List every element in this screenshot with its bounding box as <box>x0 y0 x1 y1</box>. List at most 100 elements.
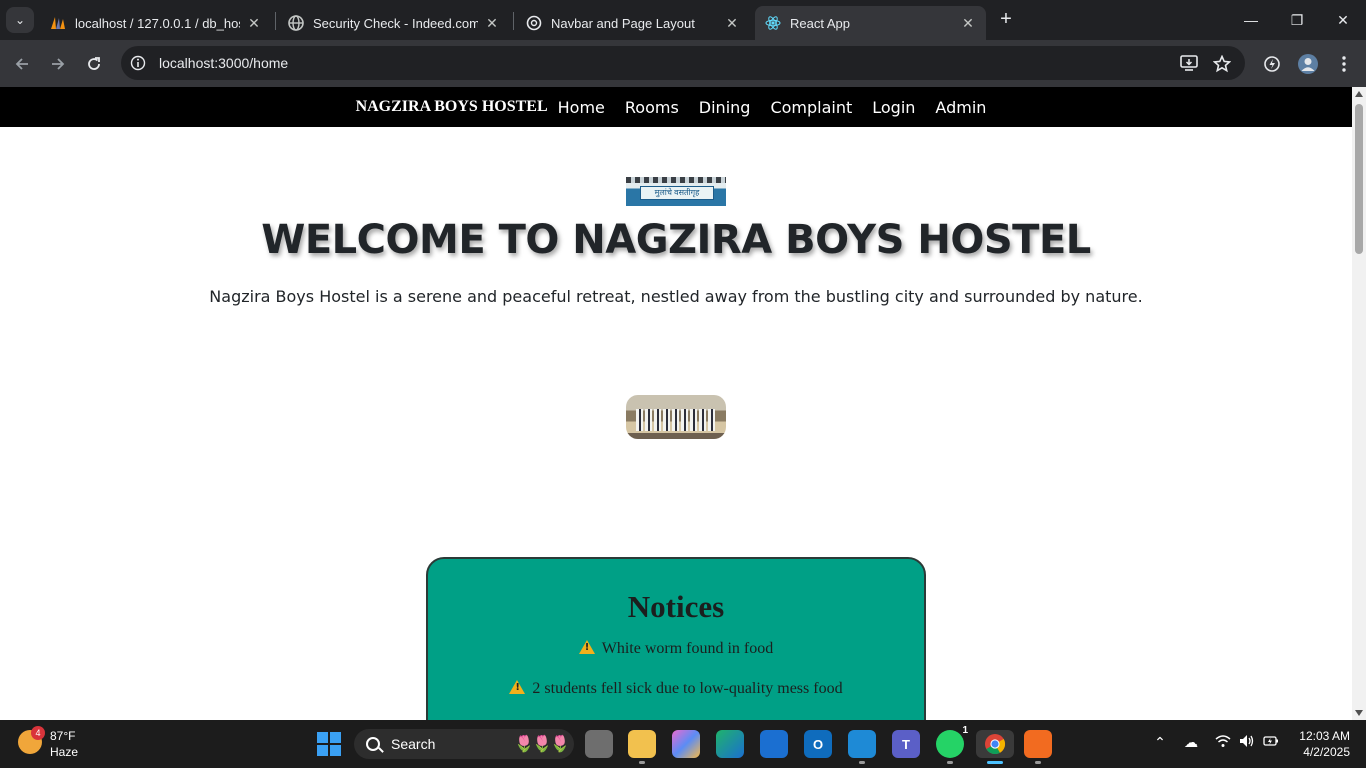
warning-icon <box>578 640 595 654</box>
tab-title: React App <box>790 15 850 31</box>
app-active-indicator <box>987 761 1003 764</box>
windows-taskbar: 4 87°F Haze Search 🌷🌷🌷 O T 1 ⌃ ☁ 12:03 A… <box>0 720 1366 768</box>
tab-close-icon[interactable]: ✕ <box>246 15 262 32</box>
phpmyadmin-icon <box>50 15 66 31</box>
restore-button[interactable]: ❐ <box>1274 0 1320 40</box>
outlook-icon[interactable]: O <box>804 730 832 758</box>
reload-icon <box>88 57 100 70</box>
nav-link-rooms[interactable]: Rooms <box>615 98 689 117</box>
onedrive-icon[interactable]: ☁ <box>1181 734 1201 751</box>
arrow-left-icon <box>15 58 28 70</box>
vscode-icon[interactable] <box>848 730 876 764</box>
site-info-icon[interactable] <box>123 48 153 78</box>
tab-phpmyadmin[interactable]: localhost / 127.0.0.1 / db_hostel ✕ <box>40 6 272 40</box>
show-hidden-icons-chevron-icon[interactable]: ⌃ <box>1150 734 1170 751</box>
start-tile <box>330 745 341 756</box>
site-brand[interactable]: NAGZIRA BOYS HOSTEL <box>356 98 548 116</box>
wifi-icon[interactable] <box>1213 734 1233 751</box>
teams-icon[interactable]: T <box>892 730 920 758</box>
install-app-icon[interactable] <box>1179 55 1199 76</box>
tab-close-icon[interactable]: ✕ <box>724 15 740 32</box>
close-window-button[interactable]: ✕ <box>1320 0 1366 40</box>
notice-item: 2 students fell sick due to low-quality … <box>428 679 924 698</box>
site-navbar: NAGZIRA BOYS HOSTEL Home Rooms Dining Co… <box>0 87 1352 127</box>
nav-link-home[interactable]: Home <box>548 98 615 117</box>
react-icon <box>765 15 781 31</box>
clock-time[interactable]: 12:03 AM <box>1290 729 1350 743</box>
notices-card: Notices White worm found in food 2 stude… <box>426 557 926 720</box>
app-running-indicator <box>859 761 865 764</box>
battery-icon[interactable] <box>1261 734 1281 751</box>
nav-link-login[interactable]: Login <box>862 98 925 117</box>
more-menu-icon[interactable] <box>1332 52 1356 76</box>
notices-heading: Notices <box>627 589 725 624</box>
nav-link-dining[interactable]: Dining <box>689 98 761 117</box>
nav-link-complaint[interactable]: Complaint <box>760 98 862 117</box>
taskbar-search[interactable]: Search 🌷🌷🌷 <box>354 729 574 759</box>
whatsapp-icon[interactable]: 1 <box>936 725 968 764</box>
nav-link-admin[interactable]: Admin <box>925 98 996 117</box>
xampp-icon[interactable] <box>1024 730 1052 764</box>
hostel-signboard-image: मुलांचे वसतीगृह <box>626 177 726 206</box>
notice-item: White worm found in food <box>428 639 924 658</box>
tulips-icon: 🌷🌷🌷 <box>514 736 570 753</box>
task-view-icon[interactable] <box>585 730 613 758</box>
scroll-up-arrow-icon[interactable] <box>1355 91 1363 97</box>
browser-toolbar: localhost:3000/home <box>0 40 1366 87</box>
clock-date[interactable]: 4/2/2025 <box>1290 745 1350 759</box>
volume-icon[interactable] <box>1237 734 1257 751</box>
weather-condition[interactable]: Haze <box>50 745 78 759</box>
address-bar[interactable]: localhost:3000/home <box>121 46 1245 80</box>
profile-avatar[interactable] <box>1296 52 1320 76</box>
reload-button[interactable] <box>80 50 108 78</box>
photo-ground <box>626 433 726 439</box>
tab-react-app[interactable]: React App ✕ <box>755 6 986 40</box>
edge-icon[interactable] <box>716 730 744 758</box>
search-icon <box>366 737 380 751</box>
page-title: WELCOME TO NAGZIRA BOYS HOSTEL <box>261 217 1091 263</box>
performance-icon[interactable] <box>1260 52 1284 76</box>
app-running-indicator <box>947 761 953 764</box>
page-scrollbar[interactable] <box>1352 87 1366 720</box>
minimize-button[interactable]: — <box>1228 0 1274 40</box>
new-tab-button[interactable]: + <box>994 8 1018 32</box>
tab-close-icon[interactable]: ✕ <box>484 15 500 32</box>
page-subtitle: Nagzira Boys Hostel is a serene and peac… <box>209 287 1143 306</box>
app-running-indicator <box>639 761 645 764</box>
tab-indeed[interactable]: Security Check - Indeed.com ✕ <box>278 6 510 40</box>
start-button-windows-icon[interactable] <box>317 732 341 756</box>
tab-divider <box>513 12 514 30</box>
notice-text: White worm found in food <box>601 640 774 657</box>
chrome-icon[interactable] <box>976 730 1014 764</box>
tab-search-chevron-icon[interactable]: ⌄ <box>6 7 34 33</box>
microsoft-store-icon[interactable] <box>760 730 788 758</box>
page-viewport: NAGZIRA BOYS HOSTEL Home Rooms Dining Co… <box>0 87 1352 720</box>
app-running-indicator <box>1035 761 1041 764</box>
tab-close-icon[interactable]: ✕ <box>960 15 976 32</box>
tab-chatgpt[interactable]: Navbar and Page Layout ✕ <box>516 6 750 40</box>
back-button[interactable] <box>8 50 36 78</box>
file-explorer-icon[interactable] <box>628 730 656 764</box>
students-figures <box>636 409 716 431</box>
taskbar-search-label: Search <box>391 736 436 752</box>
start-tile <box>330 732 341 743</box>
warning-icon <box>509 680 526 694</box>
browser-tab-bar: ⌄ localhost / 127.0.0.1 / db_hostel ✕ Se… <box>0 0 1366 40</box>
tab-title: Navbar and Page Layout <box>551 15 695 31</box>
chatgpt-icon <box>526 15 542 31</box>
scroll-down-arrow-icon[interactable] <box>1355 710 1363 716</box>
scroll-thumb[interactable] <box>1355 104 1363 254</box>
weather-temperature[interactable]: 87°F <box>50 729 75 743</box>
signboard-roof <box>626 177 726 183</box>
whatsapp-badge: 1 <box>962 725 968 736</box>
forward-button[interactable] <box>44 50 72 78</box>
tab-title: Security Check - Indeed.com <box>313 15 478 31</box>
start-tile <box>317 732 328 743</box>
notice-text: 2 students fell sick due to low-quality … <box>532 680 843 697</box>
copilot-icon[interactable] <box>672 730 700 758</box>
bookmark-star-icon[interactable] <box>1212 54 1232 78</box>
signboard-text: मुलांचे वसतीगृह <box>640 186 714 200</box>
students-group-photo <box>626 395 726 439</box>
arrow-right-icon <box>52 58 65 70</box>
globe-icon <box>288 15 304 31</box>
